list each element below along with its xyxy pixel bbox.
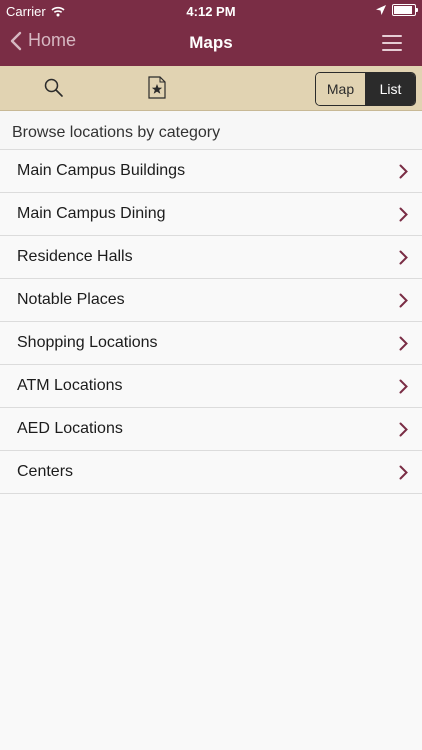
list-item-label: Main Campus Buildings: [17, 162, 186, 179]
list-item-label: Main Campus Dining: [17, 205, 166, 222]
chevron-right-icon: [399, 465, 408, 480]
search-icon: [44, 78, 63, 97]
chevron-right-icon: [399, 379, 408, 394]
list-item-shopping-locations[interactable]: Shopping Locations: [0, 322, 422, 365]
list-item-label: Shopping Locations: [17, 334, 158, 351]
hamburger-menu-icon[interactable]: [382, 34, 402, 52]
list-item-label: Notable Places: [17, 291, 125, 308]
favorites-button[interactable]: [148, 76, 166, 104]
chevron-right-icon: [399, 422, 408, 437]
location-arrow-icon: [376, 5, 386, 15]
battery-icon: [392, 4, 418, 16]
chevron-right-icon: [399, 207, 408, 222]
chevron-right-icon: [399, 336, 408, 351]
page-title: Maps: [189, 33, 233, 52]
list-item-centers[interactable]: Centers: [0, 451, 422, 494]
list-item-aed-locations[interactable]: AED Locations: [0, 408, 422, 451]
search-button[interactable]: [43, 77, 65, 104]
list-item-main-campus-buildings[interactable]: Main Campus Buildings: [0, 150, 422, 193]
category-list: Main Campus Buildings Main Campus Dining…: [0, 150, 422, 494]
list-item-notable-places[interactable]: Notable Places: [0, 279, 422, 322]
list-item-atm-locations[interactable]: ATM Locations: [0, 365, 422, 408]
list-view-button[interactable]: List: [366, 73, 415, 105]
map-view-button[interactable]: Map: [316, 73, 366, 105]
status-time: 4:12 PM: [186, 4, 236, 19]
star-bookmark-icon: [148, 76, 166, 99]
status-bar: Carrier 4:12 PM: [0, 0, 422, 22]
section-title: Browse locations by category: [0, 111, 422, 150]
status-right: [376, 4, 418, 16]
list-item-main-campus-dining[interactable]: Main Campus Dining: [0, 193, 422, 236]
list-item-label: Centers: [17, 463, 74, 480]
chevron-right-icon: [399, 293, 408, 308]
navigation-bar: Home Maps: [0, 22, 422, 66]
view-toggle: Map List: [315, 72, 416, 106]
list-item-label: Residence Halls: [17, 248, 133, 265]
map-toolbar: Map List: [0, 66, 422, 111]
list-item-residence-halls[interactable]: Residence Halls: [0, 236, 422, 279]
list-item-label: ATM Locations: [17, 377, 123, 394]
chevron-right-icon: [399, 164, 408, 179]
header: Carrier 4:12 PM Home Maps: [0, 0, 422, 66]
chevron-right-icon: [399, 250, 408, 265]
list-item-label: AED Locations: [17, 420, 123, 437]
